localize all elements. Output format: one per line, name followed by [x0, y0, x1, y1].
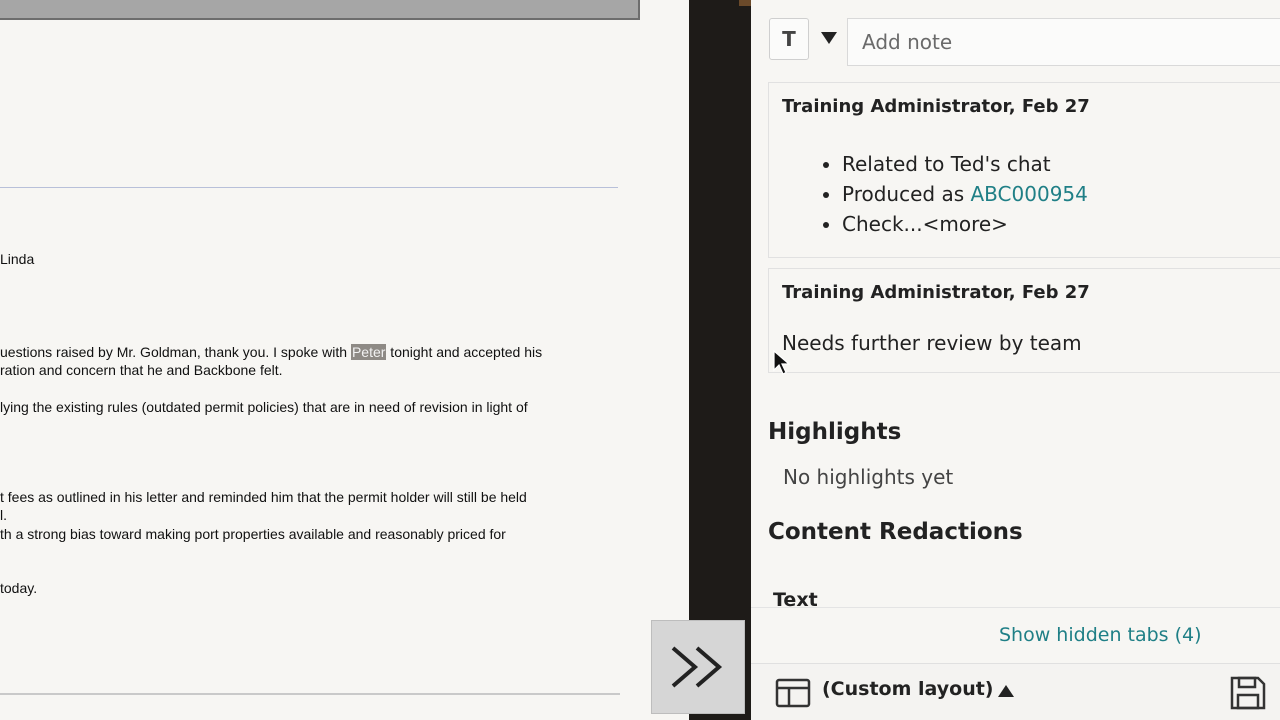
layout-icon[interactable] [775, 678, 811, 708]
document-footer-line [0, 693, 620, 695]
note-bullet-text: Produced as [842, 182, 971, 206]
expand-panel-button[interactable] [651, 620, 745, 714]
document-viewer: Linda uestions raised by Mr. Goldman, th… [0, 0, 689, 720]
pane-divider[interactable] [689, 0, 751, 720]
document-line: th a strong bias toward making port prop… [0, 526, 506, 542]
no-highlights-message: No highlights yet [783, 465, 954, 489]
show-hidden-tabs-link[interactable]: Show hidden tabs (4) [999, 624, 1202, 646]
layout-bar: (Custom layout) [751, 663, 1280, 720]
note-bullet-more[interactable]: Check...<more> [842, 209, 1088, 239]
redactions-text-subheading: Text [773, 589, 818, 609]
document-link[interactable]: ABC000954 [971, 182, 1088, 206]
tabs-footer: Show hidden tabs (4) [751, 607, 1280, 663]
note-type-button[interactable]: T [769, 18, 809, 60]
note-text: Needs further review by team [782, 331, 1082, 355]
note-bullet: Related to Ted's chat [842, 149, 1088, 179]
note-bullet: Produced as ABC000954 [842, 179, 1088, 209]
layout-selector[interactable]: (Custom layout) [822, 678, 994, 700]
note-card[interactable]: Training Administrator, Feb 27 Needs fur… [768, 268, 1280, 373]
document-divider-line [0, 187, 618, 188]
content-redactions-heading: Content Redactions [768, 519, 1023, 545]
highlighted-term[interactable]: Peter [350, 344, 387, 360]
document-line: l. [0, 507, 7, 523]
note-author: Training Administrator, Feb 27 [782, 282, 1090, 303]
caret-down-icon[interactable] [821, 32, 837, 44]
note-card[interactable]: Training Administrator, Feb 27 Related t… [768, 82, 1280, 258]
document-line: Linda [0, 251, 35, 267]
document-text: tonight and accepted his [386, 344, 543, 360]
save-icon[interactable] [1229, 675, 1267, 711]
document-line: uestions raised by Mr. Goldman, thank yo… [0, 344, 542, 360]
document-toolbar [0, 0, 640, 20]
note-author: Training Administrator, Feb 27 [782, 96, 1090, 117]
mouse-cursor-icon [773, 350, 791, 375]
document-line: t fees as outlined in his letter and rem… [0, 489, 527, 505]
double-chevron-right-icon [671, 646, 723, 688]
document-line: ration and concern that he and Backbone … [0, 362, 283, 378]
document-line: lying the existing rules (outdated permi… [0, 399, 528, 415]
document-line: today. [0, 580, 38, 596]
notes-panel: T Training Administrator, Feb 27 Related… [751, 0, 1280, 720]
divider-accent [739, 0, 751, 6]
caret-up-icon[interactable] [998, 685, 1014, 697]
note-bullet-list: Related to Ted's chat Produced as ABC000… [782, 149, 1088, 239]
document-text: uestions raised by Mr. Goldman, thank yo… [0, 344, 351, 360]
add-note-input[interactable] [847, 18, 1280, 66]
highlights-heading: Highlights [768, 419, 902, 445]
